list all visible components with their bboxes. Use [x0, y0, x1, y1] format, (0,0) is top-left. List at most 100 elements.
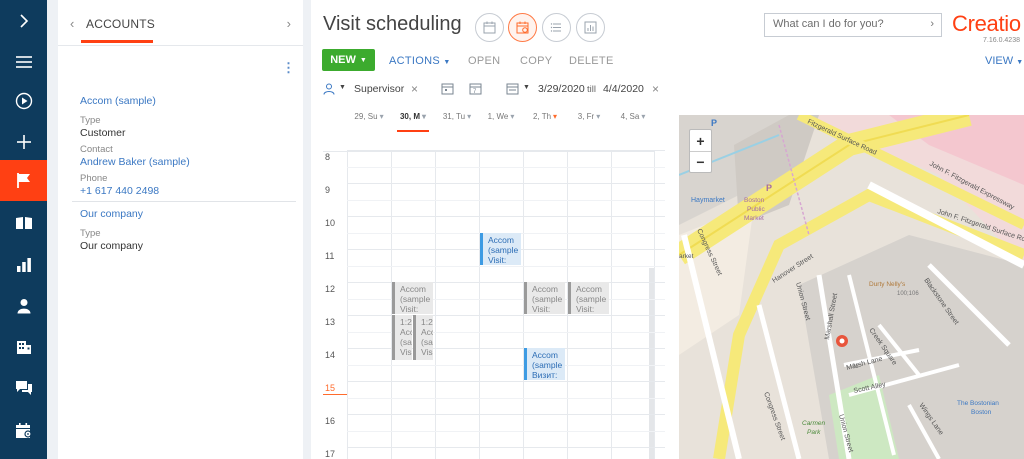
hour-label: 17: [325, 449, 336, 459]
calendar-event[interactable]: Accom (sample Visit:: [524, 282, 565, 314]
list-icon: [550, 23, 561, 32]
week-calendar: 29, Su ▾ 30, M ▾ 31, Tu ▾ 1, We ▾ 2, Th ▾ 3, Fr ▾ 4,…: [323, 108, 666, 459]
event-text: 1:2: [400, 317, 412, 327]
day-header[interactable]: 4, Sa ▾: [611, 112, 655, 134]
day-header-label: 3, Fr: [577, 112, 595, 121]
accounts-panel: ‹ ACCOUNTS › ⋮ Accom (sample) Type Custo…: [58, 0, 303, 459]
day-header[interactable]: 31, Tu ▾: [435, 112, 479, 134]
zoom-out-button[interactable]: −: [690, 151, 711, 172]
nav-item-visit-scheduling[interactable]: [0, 410, 47, 451]
type-value: Our company: [80, 240, 144, 252]
half-hour-gridline: [347, 199, 665, 201]
calendar-event[interactable]: 1:2Acc(saVisi: [413, 315, 433, 361]
half-hour-gridline: [347, 265, 665, 267]
chevron-right-icon[interactable]: ›: [930, 18, 934, 30]
nav-item-expand[interactable]: [0, 0, 47, 41]
till-label: till: [587, 84, 596, 95]
column-divider: [347, 152, 348, 459]
panel-header: ‹ ACCOUNTS ›: [58, 0, 303, 46]
calendar-event[interactable]: Accom (sample Визит:: [524, 348, 565, 380]
new-button[interactable]: NEW ▼: [322, 49, 375, 71]
phone-link[interactable]: +1 617 440 2498: [80, 185, 296, 197]
book-icon: [15, 216, 33, 230]
nav-item-menu[interactable]: [0, 41, 47, 82]
actions-button[interactable]: ACTIONS ▼: [389, 55, 451, 67]
map[interactable]: Haymarket Boston Public Market Congress …: [679, 115, 1024, 459]
gutter: [47, 0, 58, 459]
event-text: Visit:: [400, 304, 419, 314]
chevron-left-icon[interactable]: ‹: [70, 16, 74, 31]
map-pin-icon[interactable]: ▾: [641, 112, 645, 121]
nav-item-communication[interactable]: [0, 367, 47, 408]
day-header[interactable]: 2, Th ▾: [523, 112, 567, 134]
date-to[interactable]: 4/4/2020: [603, 83, 644, 95]
nav-item-processes[interactable]: [0, 80, 47, 121]
day-header-label: 2, Th: [532, 112, 552, 121]
hour-label: 14: [325, 350, 336, 360]
map-pin-icon[interactable]: ▾: [467, 112, 471, 121]
day-header[interactable]: 1, We ▾: [479, 112, 523, 134]
nav-item-knowledge[interactable]: [0, 202, 47, 243]
schedule-view-button[interactable]: [508, 13, 537, 42]
day-header[interactable]: 3, Fr ▾: [567, 112, 611, 134]
person-icon[interactable]: [323, 83, 335, 95]
nav-item-accounts[interactable]: [0, 326, 47, 367]
chevron-right-icon: [17, 13, 31, 28]
analytics-view-button[interactable]: [576, 13, 605, 42]
day-header[interactable]: 29, Su ▾: [347, 112, 391, 134]
vertical-dots-icon[interactable]: ⋮: [282, 60, 295, 76]
panel-title[interactable]: ACCOUNTS: [86, 17, 155, 31]
map-pin-icon[interactable]: ▾: [422, 112, 426, 121]
contact-link[interactable]: Andrew Baker (sample): [80, 156, 296, 168]
calendar-week-icon[interactable]: 7: [469, 82, 482, 95]
copy-button[interactable]: COPY: [520, 55, 552, 67]
account-name-link[interactable]: Our company: [80, 208, 296, 220]
bar-chart-icon: [16, 257, 32, 273]
map-label: P: [766, 183, 772, 193]
hour-gridline: [347, 447, 665, 448]
map-pin-icon[interactable]: ▾: [596, 112, 600, 121]
map-pin-icon[interactable]: ▾: [380, 112, 384, 121]
calendar-view-button[interactable]: [475, 13, 504, 42]
caret-down-icon[interactable]: ▼: [523, 84, 530, 91]
type-caption: Type: [80, 228, 101, 239]
nav-item-field-sales[interactable]: [0, 160, 47, 201]
open-button[interactable]: OPEN: [468, 55, 500, 67]
account-card: Accom (sample) Type Customer Contact And…: [80, 95, 296, 197]
date-from[interactable]: 3/29/2020: [538, 83, 585, 95]
calendar-event[interactable]: Accom (sample Visit:: [392, 282, 433, 314]
calendar-event[interactable]: Accom (sample Visit:: [480, 232, 521, 265]
owner-filter[interactable]: Supervisor: [354, 83, 404, 95]
command-search[interactable]: ›: [764, 13, 942, 37]
account-name-link[interactable]: Accom (sample): [80, 95, 296, 107]
calendar-day-icon[interactable]: [441, 82, 454, 95]
spacer: [668, 108, 679, 459]
caret-down-icon[interactable]: ▼: [339, 84, 346, 91]
map-canvas[interactable]: Haymarket Boston Public Market Congress …: [679, 115, 1024, 459]
nav-item-add[interactable]: [0, 121, 47, 162]
chevron-right-icon[interactable]: ›: [287, 16, 291, 31]
hour-gridline: [347, 183, 665, 184]
nav-item-contacts[interactable]: [0, 285, 47, 326]
calendar-event[interactable]: Accom (sample Visit:: [568, 282, 609, 314]
column-divider: [611, 152, 612, 459]
map-pin-icon[interactable]: ▾: [510, 112, 514, 121]
nav-rail: [0, 0, 47, 459]
calendar-event[interactable]: 1:2Acc(saVisi: [392, 315, 412, 361]
zoom-in-button[interactable]: +: [690, 130, 711, 151]
close-icon[interactable]: ×: [652, 82, 659, 96]
event-text: Visit:: [488, 254, 507, 265]
map-label: Boston: [971, 409, 992, 416]
map-label: Boston: [744, 197, 765, 204]
delete-button[interactable]: DELETE: [569, 55, 614, 67]
list-view-button[interactable]: [542, 13, 571, 42]
map-pin-icon[interactable]: ▾: [553, 112, 557, 121]
calendar-range-icon[interactable]: [506, 82, 519, 95]
event-text: (sa: [421, 337, 433, 347]
search-input[interactable]: [773, 18, 923, 30]
phone-caption: Phone: [80, 173, 108, 184]
close-icon[interactable]: ×: [411, 82, 418, 96]
column-divider: [654, 152, 655, 459]
view-button[interactable]: VIEW ▼: [985, 55, 1023, 67]
nav-item-analytics[interactable]: [0, 244, 47, 285]
